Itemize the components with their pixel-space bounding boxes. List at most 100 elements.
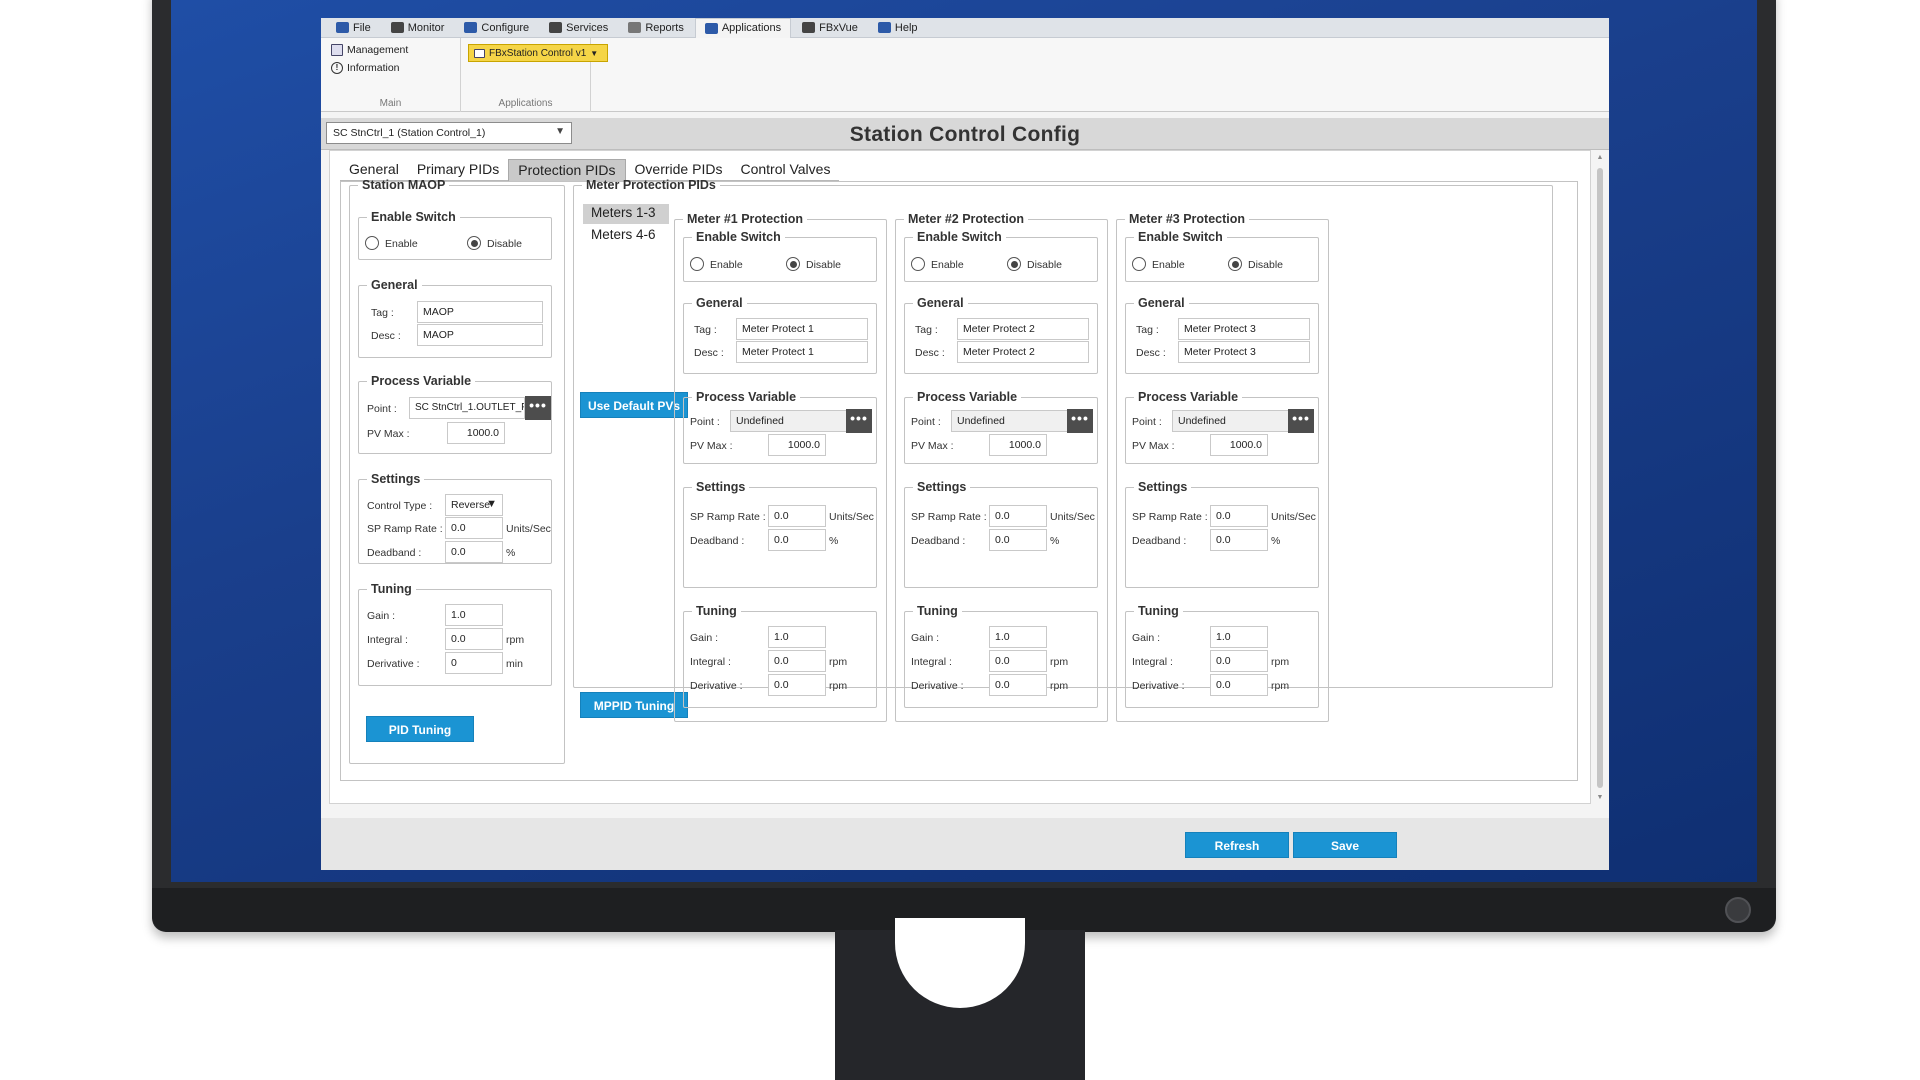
meter3-integral-field[interactable]: 0.0 — [1210, 650, 1268, 672]
maop-disable-radio[interactable] — [467, 236, 481, 250]
meter1-gain-field[interactable]: 1.0 — [768, 626, 826, 648]
maop-deadband-field[interactable]: 0.0 — [445, 541, 503, 563]
meter3-point-browse-button[interactable]: ••• — [1288, 409, 1314, 433]
menu-applications[interactable]: Applications — [694, 17, 792, 38]
maop-tag-field[interactable]: MAOP — [417, 301, 543, 323]
meter1-disable-radio[interactable] — [786, 257, 800, 271]
maop-enable-switch-title: Enable Switch — [371, 210, 456, 224]
vertical-scrollbar[interactable]: ▲ ▼ — [1595, 154, 1605, 804]
meter3-gain-label: Gain : — [1132, 632, 1161, 644]
meter2-gain-field[interactable]: 1.0 — [989, 626, 1047, 648]
meter1-enable-label: Enable — [710, 259, 743, 271]
ribbon: Management ! Information Main FBxStation… — [321, 38, 1609, 112]
save-button[interactable]: Save — [1293, 832, 1397, 858]
scroll-thumb[interactable] — [1597, 168, 1603, 788]
meter2-protection-group: Meter #2 Protection Enable Switch Enable… — [895, 212, 1108, 722]
maop-gain-field[interactable]: 1.0 — [445, 604, 503, 626]
meter1-sp-ramp-field[interactable]: 0.0 — [768, 505, 826, 527]
meter1-integral-field[interactable]: 0.0 — [768, 650, 826, 672]
application-selector[interactable]: FBxStation Control v1 ▼ — [468, 44, 608, 62]
meter2-disable-radio[interactable] — [1007, 257, 1021, 271]
meter1-pvmax-field[interactable]: 1000.0 — [768, 434, 826, 456]
meter1-desc-field[interactable]: Meter Protect 1 — [736, 341, 868, 363]
meter3-sp-ramp-field[interactable]: 0.0 — [1210, 505, 1268, 527]
meter3-sp-ramp-label: SP Ramp Rate : — [1132, 511, 1208, 523]
meter3-tag-label: Tag : — [1136, 324, 1159, 336]
refresh-button[interactable]: Refresh — [1185, 832, 1289, 858]
maop-derivative-field[interactable]: 0 — [445, 652, 503, 674]
menu-label: Configure — [481, 21, 530, 34]
meter2-pvmax-field[interactable]: 1000.0 — [989, 434, 1047, 456]
meter2-integral-field[interactable]: 0.0 — [989, 650, 1047, 672]
meter2-sp-ramp-field[interactable]: 0.0 — [989, 505, 1047, 527]
maop-pvmax-field[interactable]: 1000.0 — [447, 422, 505, 444]
maop-sp-ramp-label: SP Ramp Rate : — [367, 523, 443, 535]
menu-fbxvue[interactable]: FBxVue — [793, 20, 867, 36]
protection-pids-frame: Station MAOP Enable Switch Enable Disabl… — [340, 178, 1578, 781]
meter3-gain-field[interactable]: 1.0 — [1210, 626, 1268, 648]
scroll-up-icon[interactable]: ▲ — [1595, 154, 1605, 161]
menu-help[interactable]: Help — [869, 20, 927, 36]
meter3-tag-field[interactable]: Meter Protect 3 — [1178, 318, 1310, 340]
meter2-point-field[interactable]: Undefined — [951, 410, 1069, 432]
meter2-general-group: General Tag : Meter Protect 2 Desc : Met… — [904, 296, 1098, 374]
maop-control-type-select[interactable]: Reverse ▼ — [445, 494, 503, 516]
meter3-enable-radio[interactable] — [1132, 257, 1146, 271]
list-item-meters-4-6[interactable]: Meters 4-6 — [583, 226, 669, 246]
maop-point-field[interactable]: SC StnCtrl_1.OUTLET_PRES — [409, 397, 525, 419]
meter2-deadband-field[interactable]: 0.0 — [989, 529, 1047, 551]
meter3-disable-radio[interactable] — [1228, 257, 1242, 271]
meter3-pvmax-field[interactable]: 1000.0 — [1210, 434, 1268, 456]
meter3-general-group: General Tag : Meter Protect 3 Desc : Met… — [1125, 296, 1319, 374]
meter2-derivative-field[interactable]: 0.0 — [989, 674, 1047, 696]
power-button[interactable] — [1725, 897, 1751, 923]
meter2-deadband-label: Deadband : — [911, 535, 966, 547]
meter2-point-browse-button[interactable]: ••• — [1067, 409, 1093, 433]
meter3-point-field[interactable]: Undefined — [1172, 410, 1290, 432]
meter1-tag-label: Tag : — [694, 324, 717, 336]
maop-integral-field[interactable]: 0.0 — [445, 628, 503, 650]
mppid-tuning-button[interactable]: MPPID Tuning — [580, 692, 688, 718]
meter1-tag-field[interactable]: Meter Protect 1 — [736, 318, 868, 340]
meter1-deadband-field[interactable]: 0.0 — [768, 529, 826, 551]
meter3-desc-field[interactable]: Meter Protect 3 — [1178, 341, 1310, 363]
meter1-integral-label: Integral : — [690, 656, 731, 668]
meter2-enable-radio[interactable] — [911, 257, 925, 271]
menu-configure[interactable]: Configure — [455, 20, 538, 36]
menu-label: Help — [894, 21, 918, 34]
pid-tuning-button[interactable]: PID Tuning — [366, 716, 474, 742]
maop-pv-title: Process Variable — [371, 374, 472, 388]
meter3-integral-unit: rpm — [1271, 656, 1290, 668]
meter1-derivative-field[interactable]: 0.0 — [768, 674, 826, 696]
menu-reports[interactable]: Reports — [619, 20, 693, 36]
list-item-meters-1-3[interactable]: Meters 1-3 — [583, 204, 669, 224]
ribbon-group-applications: FBxStation Control v1 ▼ Applications — [461, 38, 608, 112]
management-button[interactable]: Management — [331, 44, 408, 56]
maop-sp-ramp-unit: Units/Sec — [506, 523, 551, 535]
maop-desc-field[interactable]: MAOP — [417, 324, 543, 346]
meter2-tag-field[interactable]: Meter Protect 2 — [957, 318, 1089, 340]
meter1-enable-radio[interactable] — [690, 257, 704, 271]
meter1-point-browse-button[interactable]: ••• — [846, 409, 872, 433]
application-selector-value: FBxStation Control v1 — [489, 47, 587, 59]
meter2-enable-switch-title: Enable Switch — [917, 230, 1002, 244]
use-default-pvs-button[interactable]: Use Default PVs — [580, 392, 688, 418]
meter3-enable-switch-group: Enable Switch Enable Disable — [1125, 230, 1319, 282]
meter3-deadband-field[interactable]: 0.0 — [1210, 529, 1268, 551]
meter3-title: Meter #3 Protection — [1129, 212, 1246, 226]
information-button[interactable]: ! Information — [331, 62, 400, 74]
meter1-point-field[interactable]: Undefined — [730, 410, 848, 432]
menu-file[interactable]: File — [327, 20, 380, 36]
maop-point-browse-button[interactable]: ••• — [525, 396, 551, 420]
maop-sp-ramp-field[interactable]: 0.0 — [445, 517, 503, 539]
meter3-derivative-field[interactable]: 0.0 — [1210, 674, 1268, 696]
scroll-down-icon[interactable]: ▼ — [1595, 794, 1605, 801]
menu-services[interactable]: Services — [540, 20, 617, 36]
maop-general-group: General Tag : MAOP Desc : MAOP — [358, 278, 552, 358]
meter2-desc-field[interactable]: Meter Protect 2 — [957, 341, 1089, 363]
meter1-desc-label: Desc : — [694, 347, 724, 359]
meter3-enable-label: Enable — [1152, 259, 1185, 271]
maop-general-title: General — [371, 278, 418, 292]
menu-monitor[interactable]: Monitor — [382, 20, 454, 36]
maop-enable-radio[interactable] — [365, 236, 379, 250]
